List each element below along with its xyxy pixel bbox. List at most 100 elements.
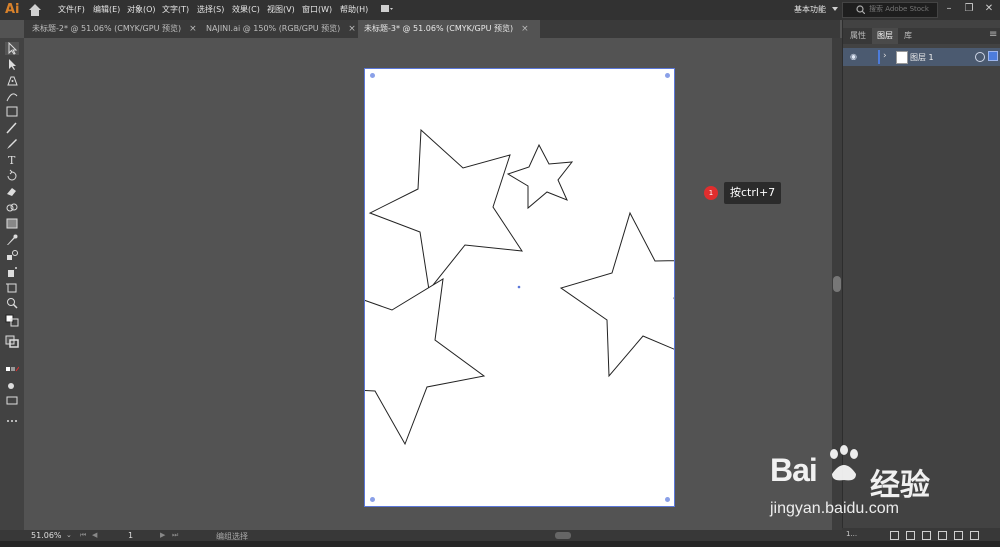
new-layer-icon[interactable]: [954, 531, 963, 540]
status-bar: 51.06% ⌄ ⏮ ◀ 1 ▶ ⏭ 编组选择: [0, 530, 842, 541]
chevron-down-icon: [832, 7, 838, 11]
direct-selection-icon[interactable]: [5, 58, 19, 71]
scrollbar-thumb[interactable]: [833, 276, 841, 292]
canvas-area[interactable]: [24, 38, 832, 530]
close-icon[interactable]: ✕: [980, 1, 998, 17]
layer-row[interactable]: ◉ › 图层 1: [843, 48, 1000, 66]
selection-handle[interactable]: [370, 497, 375, 502]
menu-object[interactable]: 对象(O): [127, 4, 156, 15]
baidu-watermark: Bai 经验 jingyan.baidu.com: [770, 440, 1000, 530]
layer-thumbnail: [896, 51, 908, 64]
more-tools-icon[interactable]: [5, 415, 19, 428]
rotate-tool-icon[interactable]: [5, 169, 19, 182]
menu-effect[interactable]: 效果(C): [232, 4, 260, 15]
tab-najini[interactable]: NAJINI.ai @ 150% (RGB/GPU 预览) ×: [206, 20, 356, 38]
menu-select[interactable]: 选择(S): [197, 4, 224, 15]
target-icon[interactable]: [975, 52, 985, 62]
menu-bar: Ai 文件(F) 编辑(E) 对象(O) 文字(T) 选择(S) 效果(C) 视…: [0, 0, 1000, 20]
next-page-icon[interactable]: ▶: [160, 531, 165, 539]
stroke-swatch-icon[interactable]: [5, 335, 19, 348]
zoom-tool-icon[interactable]: [5, 297, 19, 310]
tab-label: 未标题-3* @ 51.06% (CMYK/GPU 预览): [364, 24, 514, 33]
prev-page-icon[interactable]: ◀: [92, 531, 97, 539]
watermark-url: jingyan.baidu.com: [770, 500, 899, 517]
watermark-brand: Bai: [770, 452, 818, 488]
eraser-icon[interactable]: [5, 185, 19, 198]
instruction-tooltip: 按ctrl+7: [724, 182, 782, 204]
eye-icon[interactable]: ◉: [850, 52, 860, 62]
menu-type[interactable]: 文字(T): [162, 4, 189, 15]
selection-handle[interactable]: [370, 73, 375, 78]
zoom-level[interactable]: 51.06%: [31, 531, 62, 540]
horizontal-scroll-thumb[interactable]: [555, 532, 571, 539]
menu-file[interactable]: 文件(F): [58, 4, 85, 15]
pencil-icon[interactable]: [5, 137, 19, 150]
document-tabs: 未标题-2* @ 51.06% (CMYK/GPU 预览) × NAJINI.ai…: [24, 20, 840, 38]
selection-indicator[interactable]: [988, 51, 998, 61]
clipping-mask-icon[interactable]: [922, 531, 931, 540]
type-tool-icon[interactable]: T: [5, 153, 19, 166]
artboard-tool-icon[interactable]: [5, 281, 19, 294]
eyedropper-icon[interactable]: [5, 233, 19, 246]
arrange-documents-icon[interactable]: [381, 4, 393, 14]
step-badge: 1: [704, 186, 718, 200]
svg-text:T: T: [8, 154, 16, 166]
tab-libraries[interactable]: 库: [899, 28, 917, 44]
tab-label: NAJINI.ai @ 150% (RGB/GPU 预览): [206, 24, 341, 33]
tab-label: 未标题-2* @ 51.06% (CMYK/GPU 预览): [32, 24, 182, 33]
expand-arrow-icon[interactable]: ›: [883, 51, 887, 61]
fill-stroke-icon[interactable]: [5, 314, 19, 327]
rectangle-tool-icon[interactable]: [5, 105, 19, 118]
tab-close-icon[interactable]: ×: [521, 24, 529, 34]
maximize-icon[interactable]: ❐: [960, 1, 978, 17]
tab-close-icon[interactable]: ×: [189, 24, 197, 34]
screen-mode-icon[interactable]: [5, 394, 19, 407]
star-shape: [506, 143, 574, 210]
gradient-icon[interactable]: [5, 217, 19, 230]
panel-tabs: 属性 图层 库 ≡: [843, 28, 1000, 44]
curvature-tool-icon[interactable]: [5, 90, 19, 103]
watermark-jingyan: 经验: [870, 468, 930, 503]
delete-layer-icon[interactable]: [970, 531, 979, 540]
artwork-layer[interactable]: [24, 38, 832, 530]
locate-object-icon[interactable]: [906, 531, 915, 540]
export-icon[interactable]: [890, 531, 899, 540]
taskbar-strip: [0, 541, 1000, 547]
layer-count: 1...: [846, 530, 858, 538]
tab-layers[interactable]: 图层: [872, 28, 898, 44]
new-sublayer-icon[interactable]: [938, 531, 947, 540]
menu-edit[interactable]: 编辑(E): [93, 4, 120, 15]
paintbrush-icon[interactable]: [5, 121, 19, 134]
tab-untitled-3[interactable]: 未标题-3* @ 51.06% (CMYK/GPU 预览) ×: [358, 20, 540, 38]
tools-panel: T: [0, 38, 24, 541]
workspace-switcher[interactable]: 基本功能: [794, 4, 826, 15]
shape-builder-icon[interactable]: [5, 201, 19, 214]
minimize-icon[interactable]: –: [940, 1, 958, 17]
zoom-dropdown-icon[interactable]: ⌄: [66, 531, 72, 539]
selection-handle[interactable]: [665, 73, 670, 78]
paw-logo-icon: [830, 445, 858, 481]
selection-handle[interactable]: [665, 497, 670, 502]
star-shape: [365, 278, 486, 446]
color-mode-icon[interactable]: [5, 364, 19, 377]
tab-properties[interactable]: 属性: [845, 28, 871, 44]
star-shape: [559, 211, 674, 378]
panel-menu-icon[interactable]: ≡: [989, 29, 997, 40]
menu-view[interactable]: 视图(V): [267, 4, 295, 15]
first-page-icon[interactable]: ⏮: [80, 531, 86, 540]
drawing-mode-icon[interactable]: [5, 380, 19, 393]
pen-tool-icon[interactable]: [5, 74, 19, 87]
layer-name[interactable]: 图层 1: [910, 52, 934, 63]
page-number[interactable]: 1: [128, 531, 133, 540]
last-page-icon[interactable]: ⏭: [172, 531, 178, 540]
tab-untitled-2[interactable]: 未标题-2* @ 51.06% (CMYK/GPU 预览) ×: [32, 20, 202, 38]
center-point: [517, 285, 521, 289]
app-logo: Ai: [5, 2, 20, 17]
tab-close-icon[interactable]: ×: [348, 24, 356, 34]
menu-window[interactable]: 窗口(W): [302, 4, 332, 15]
symbol-sprayer-icon[interactable]: [5, 265, 19, 278]
blend-tool-icon[interactable]: [5, 249, 19, 262]
home-icon[interactable]: [26, 1, 44, 19]
selection-tool-icon[interactable]: [5, 42, 19, 55]
menu-help[interactable]: 帮助(H): [340, 4, 368, 15]
